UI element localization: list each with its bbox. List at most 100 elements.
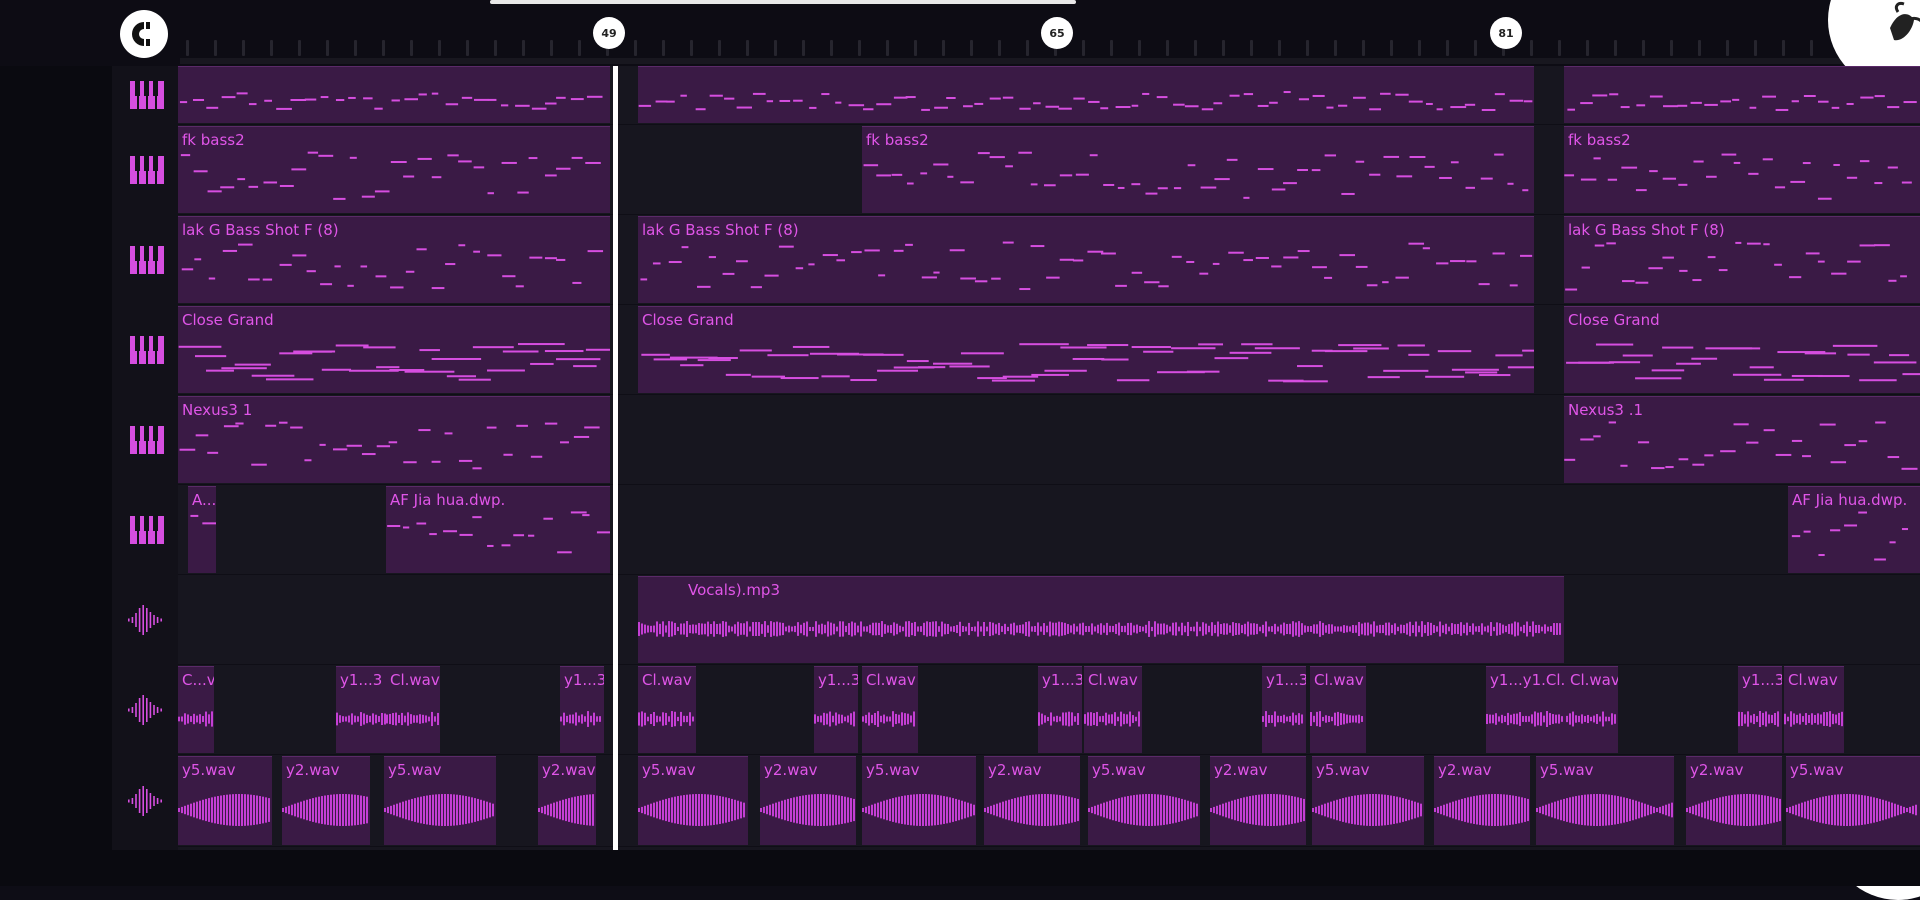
ruler-tick xyxy=(1446,40,1449,56)
clip[interactable]: fk bass2 xyxy=(862,126,1534,213)
ruler-tick xyxy=(410,40,413,56)
lane-separator xyxy=(178,664,1920,665)
clip[interactable]: fk bass2 xyxy=(1564,126,1920,213)
clip[interactable] xyxy=(1564,66,1920,123)
waveform-icon[interactable] xyxy=(126,781,166,821)
clip[interactable]: y5.wav xyxy=(1312,756,1424,845)
timeline-ruler[interactable] xyxy=(0,0,1920,66)
clip-name: Nexus3 1 xyxy=(182,401,253,419)
ruler-tick xyxy=(354,40,357,56)
clip[interactable]: lak G Bass Shot F (8) xyxy=(638,216,1534,303)
clip[interactable]: lak G Bass Shot F (8) xyxy=(1564,216,1920,303)
clip[interactable]: y2.wav xyxy=(538,756,596,845)
clip[interactable]: Close Grand xyxy=(1564,306,1920,393)
clip[interactable]: Cl.wav xyxy=(638,666,696,753)
clip[interactable]: y1...3 xyxy=(560,666,604,753)
playhead[interactable] xyxy=(613,66,618,850)
clip[interactable]: y5.wav xyxy=(1536,756,1674,845)
ruler-tick xyxy=(1754,40,1757,56)
clip-name: Nexus3 .1 xyxy=(1568,401,1644,419)
magnet-snap-icon[interactable] xyxy=(120,10,168,58)
clip-name: AF Jia hua.dwp. xyxy=(390,491,506,509)
clip[interactable]: y1...3 xyxy=(1262,666,1306,753)
clip[interactable]: y1...3 xyxy=(1038,666,1082,753)
ruler-tick xyxy=(1278,40,1281,56)
piano-roll-icon[interactable] xyxy=(126,75,166,115)
clip-name: y2.wav xyxy=(286,761,340,779)
ruler-tick xyxy=(1138,40,1141,56)
clip[interactable]: y1...3 xyxy=(1738,666,1782,753)
clip-name: y2.wav xyxy=(764,761,818,779)
bar-marker-65[interactable]: 65 xyxy=(1041,17,1073,49)
clip[interactable]: AF Jia hua.dwp. xyxy=(386,486,610,573)
piano-roll-icon[interactable] xyxy=(126,510,166,550)
clip[interactable]: lak G Bass Shot F (8) xyxy=(178,216,610,303)
waveform-icon[interactable] xyxy=(126,690,166,730)
clip[interactable]: C...v xyxy=(178,666,214,753)
horizontal-scroll-thumb[interactable] xyxy=(490,0,1076,4)
clip[interactable]: y2.wav xyxy=(1210,756,1306,845)
clip[interactable]: Cl.wav xyxy=(1084,666,1142,753)
piano-roll-icon[interactable] xyxy=(126,150,166,190)
clip[interactable]: y5.wav xyxy=(178,756,272,845)
clip[interactable]: Cl.wav xyxy=(862,666,918,753)
ruler-tick xyxy=(1110,40,1113,56)
piano-roll-icon[interactable] xyxy=(126,240,166,280)
clip-name: y5.wav xyxy=(1540,761,1594,779)
clip[interactable]: y1...3 xyxy=(336,666,388,753)
ruler-tick xyxy=(746,40,749,56)
clip[interactable] xyxy=(178,66,610,123)
clip[interactable]: Nexus3 .1 xyxy=(1564,396,1920,483)
clip[interactable]: Close Grand xyxy=(178,306,610,393)
clip[interactable]: Cl.wav xyxy=(386,666,440,753)
clip[interactable]: Cl.wav xyxy=(1310,666,1366,753)
clip[interactable]: y2.wav xyxy=(282,756,370,845)
clip[interactable]: y2.wav xyxy=(984,756,1080,845)
clip[interactable]: Cl.wav xyxy=(1784,666,1844,753)
clip[interactable]: Close Grand xyxy=(638,306,1534,393)
clip[interactable]: A... xyxy=(188,486,216,573)
lane-separator xyxy=(178,124,1920,125)
bar-marker-49[interactable]: 49 xyxy=(593,17,625,49)
clip[interactable]: y2.wav xyxy=(760,756,856,845)
ruler-tick xyxy=(662,40,665,56)
ruler-tick xyxy=(1306,40,1309,56)
clip[interactable]: y1...3 xyxy=(814,666,858,753)
clip[interactable]: y5.wav xyxy=(1088,756,1200,845)
clip[interactable]: Vocals).mp3 xyxy=(638,576,1564,663)
ruler-tick xyxy=(494,40,497,56)
clip[interactable]: y1...y1.Cl.wav xyxy=(1486,666,1566,753)
bar-marker-81[interactable]: 81 xyxy=(1490,17,1522,49)
clip-name: fk bass2 xyxy=(1568,131,1631,149)
clip[interactable]: y2.wav xyxy=(1686,756,1782,845)
clip-name: C...v xyxy=(182,671,214,689)
lane-separator xyxy=(178,574,1920,575)
clip[interactable]: fk bass2 xyxy=(178,126,610,213)
clip-name: y2.wav xyxy=(1214,761,1268,779)
clip[interactable]: y5.wav xyxy=(638,756,748,845)
clip-name: y2.wav xyxy=(988,761,1042,779)
clip-name: y1...3 xyxy=(1266,671,1306,689)
clip[interactable]: Nexus3 1 xyxy=(178,396,610,483)
clip-name: y2.wav xyxy=(1438,761,1492,779)
clip[interactable]: y5.wav xyxy=(862,756,976,845)
clip[interactable]: y2.wav xyxy=(1434,756,1530,845)
clip[interactable] xyxy=(638,66,1534,123)
ruler-tick xyxy=(886,40,889,56)
clip-name: Vocals).mp3 xyxy=(688,581,780,599)
piano-roll-icon[interactable] xyxy=(126,420,166,460)
ruler-tick xyxy=(914,40,917,56)
ruler-tick xyxy=(774,40,777,56)
clip[interactable]: y5.wav xyxy=(384,756,496,845)
clip[interactable]: y5.wav xyxy=(1786,756,1920,845)
piano-roll-icon[interactable] xyxy=(126,330,166,370)
ruler-tick xyxy=(830,40,833,56)
ruler-tick xyxy=(1782,40,1785,56)
clip[interactable]: AF Jia hua.dwp. xyxy=(1788,486,1920,573)
clip[interactable]: Cl.wav xyxy=(1566,666,1618,753)
ruler-tick xyxy=(1334,40,1337,56)
clip-name: Close Grand xyxy=(1568,311,1660,329)
lane-separator xyxy=(178,754,1920,755)
waveform-icon[interactable] xyxy=(126,600,166,640)
ruler-tick xyxy=(970,40,973,56)
